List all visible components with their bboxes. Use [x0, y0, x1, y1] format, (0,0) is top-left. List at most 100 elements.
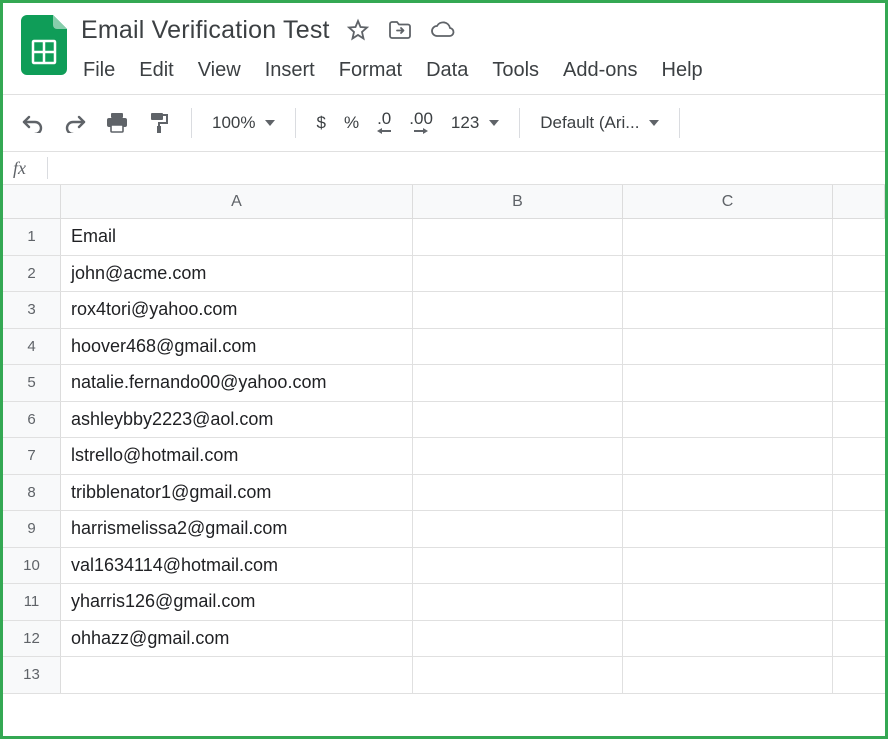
cell[interactable] [413, 365, 623, 401]
undo-button[interactable] [17, 107, 49, 139]
column-header-overflow[interactable] [833, 185, 885, 218]
cell[interactable] [833, 438, 885, 474]
row-header[interactable]: 1 [3, 219, 61, 255]
column-header-c[interactable]: C [623, 185, 833, 218]
cell[interactable] [623, 511, 833, 547]
cell[interactable] [623, 438, 833, 474]
cell[interactable]: Email [61, 219, 413, 255]
cell[interactable] [833, 621, 885, 657]
cell[interactable] [413, 402, 623, 438]
cell[interactable] [61, 657, 413, 693]
cell[interactable] [413, 329, 623, 365]
menu-format[interactable]: Format [339, 59, 402, 82]
header-main: Email Verification Test [77, 9, 875, 94]
increase-decimal-button[interactable]: .00 [405, 111, 437, 134]
cell[interactable] [623, 292, 833, 328]
cell[interactable] [413, 292, 623, 328]
cell[interactable] [833, 657, 885, 693]
cell[interactable] [623, 219, 833, 255]
cell[interactable]: yharris126@gmail.com [61, 584, 413, 620]
cell[interactable] [623, 657, 833, 693]
cell[interactable]: hoover468@gmail.com [61, 329, 413, 365]
sheets-logo[interactable] [13, 9, 77, 94]
cell[interactable] [623, 475, 833, 511]
cell[interactable] [623, 329, 833, 365]
row-header[interactable]: 10 [3, 548, 61, 584]
cell[interactable] [623, 402, 833, 438]
menu-view[interactable]: View [198, 59, 241, 82]
paint-format-button[interactable] [143, 107, 175, 139]
cell[interactable] [623, 584, 833, 620]
cell[interactable]: val1634114@hotmail.com [61, 548, 413, 584]
cell[interactable] [413, 548, 623, 584]
cell[interactable] [413, 621, 623, 657]
currency-button[interactable]: $ [312, 113, 329, 133]
cell[interactable]: lstrello@hotmail.com [61, 438, 413, 474]
cell[interactable] [833, 365, 885, 401]
cell[interactable]: rox4tori@yahoo.com [61, 292, 413, 328]
row-header[interactable]: 5 [3, 365, 61, 401]
row-header[interactable]: 3 [3, 292, 61, 328]
column-header-a[interactable]: A [61, 185, 413, 218]
row-header[interactable]: 11 [3, 584, 61, 620]
chevron-down-icon [489, 120, 499, 126]
cell[interactable] [413, 511, 623, 547]
document-title[interactable]: Email Verification Test [77, 16, 330, 45]
cell[interactable]: ohhazz@gmail.com [61, 621, 413, 657]
cell[interactable] [623, 548, 833, 584]
menu-addons[interactable]: Add-ons [563, 59, 638, 82]
row-header[interactable]: 13 [3, 657, 61, 693]
cell[interactable] [413, 256, 623, 292]
redo-button[interactable] [59, 107, 91, 139]
cell[interactable] [833, 511, 885, 547]
zoom-dropdown[interactable]: 100% [208, 113, 279, 133]
number-format-dropdown[interactable]: 123 [447, 113, 503, 133]
decrease-decimal-button[interactable]: .0 [373, 111, 395, 134]
cell[interactable]: ashleybby2223@aol.com [61, 402, 413, 438]
menu-edit[interactable]: Edit [139, 59, 173, 82]
cell[interactable]: john@acme.com [61, 256, 413, 292]
cell[interactable]: harrismelissa2@gmail.com [61, 511, 413, 547]
print-button[interactable] [101, 107, 133, 139]
cell[interactable] [413, 475, 623, 511]
formula-bar: fx [3, 151, 885, 185]
table-row: 1Email [3, 219, 885, 256]
cell[interactable] [833, 219, 885, 255]
cell[interactable] [833, 402, 885, 438]
cell[interactable] [833, 292, 885, 328]
cell[interactable] [413, 657, 623, 693]
cell[interactable]: natalie.fernando00@yahoo.com [61, 365, 413, 401]
cell[interactable] [833, 475, 885, 511]
move-folder-icon[interactable] [386, 16, 414, 44]
row-header[interactable]: 4 [3, 329, 61, 365]
menu-insert[interactable]: Insert [265, 59, 315, 82]
row-header[interactable]: 12 [3, 621, 61, 657]
menu-tools[interactable]: Tools [492, 59, 539, 82]
formula-input[interactable] [58, 152, 875, 184]
row-header[interactable]: 6 [3, 402, 61, 438]
font-dropdown[interactable]: Default (Ari... [536, 113, 663, 133]
cell[interactable]: tribblenator1@gmail.com [61, 475, 413, 511]
column-header-b[interactable]: B [413, 185, 623, 218]
menu-data[interactable]: Data [426, 59, 468, 82]
row-header[interactable]: 7 [3, 438, 61, 474]
menu-help[interactable]: Help [662, 59, 703, 82]
cloud-status-icon[interactable] [428, 16, 456, 44]
cell[interactable] [623, 621, 833, 657]
cell[interactable] [833, 548, 885, 584]
select-all-corner[interactable] [3, 185, 61, 218]
cell[interactable] [833, 256, 885, 292]
cell[interactable] [413, 438, 623, 474]
cell[interactable] [413, 219, 623, 255]
cell[interactable] [623, 365, 833, 401]
row-header[interactable]: 9 [3, 511, 61, 547]
cell[interactable] [833, 584, 885, 620]
percent-button[interactable]: % [340, 113, 363, 133]
row-header[interactable]: 8 [3, 475, 61, 511]
row-header[interactable]: 2 [3, 256, 61, 292]
menu-file[interactable]: File [83, 59, 115, 82]
cell[interactable] [413, 584, 623, 620]
cell[interactable] [623, 256, 833, 292]
star-icon[interactable] [344, 16, 372, 44]
cell[interactable] [833, 329, 885, 365]
